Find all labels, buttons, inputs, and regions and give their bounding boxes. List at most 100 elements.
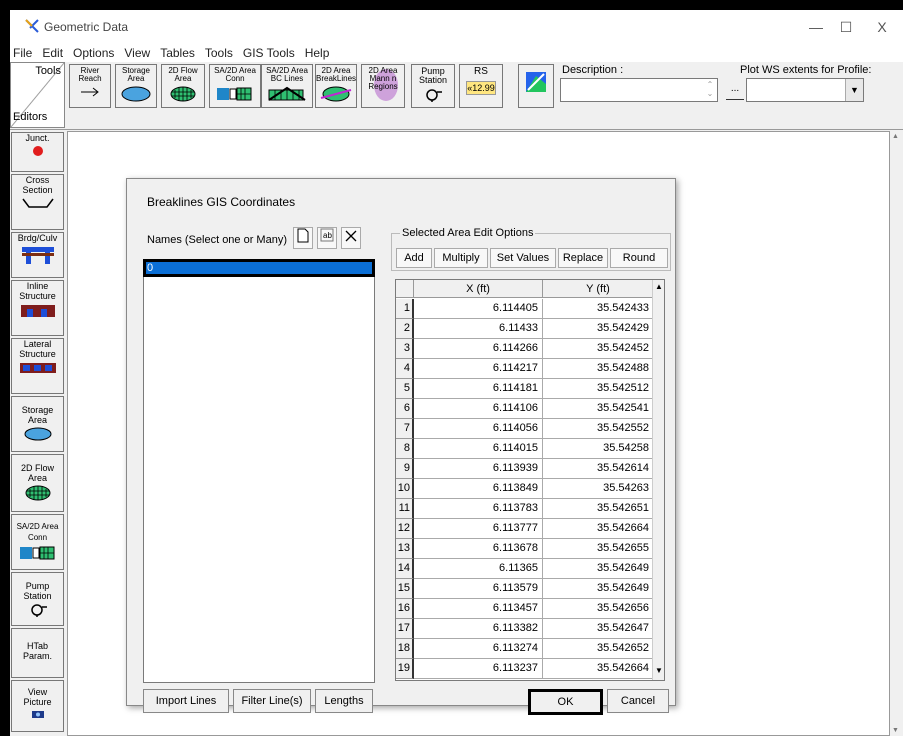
river-reach-button[interactable]: River Reach <box>69 64 111 108</box>
maximize-button[interactable]: ☐ <box>836 18 856 36</box>
rs-button[interactable]: RS «12.99 <box>459 64 503 108</box>
x-cell[interactable]: 6.11433 <box>414 319 543 339</box>
rename-line-button[interactable]: ab <box>317 227 337 249</box>
pump-station-button[interactable]: Pump Station <box>411 64 455 108</box>
names-list-item[interactable]: 0 <box>145 261 373 275</box>
storage-area-button[interactable]: Storage Area <box>115 64 157 108</box>
x-cell[interactable]: 6.113274 <box>414 639 543 659</box>
x-cell[interactable]: 6.114266 <box>414 339 543 359</box>
sidebar-junction-button[interactable]: Junct. <box>11 132 64 172</box>
filter-lines-button[interactable]: Filter Line(s) <box>233 689 311 713</box>
x-cell[interactable]: 6.113457 <box>414 599 543 619</box>
table-row[interactable]: 2 6.11433 35.542429 <box>396 319 654 339</box>
y-cell[interactable]: 35.54263 <box>543 479 654 499</box>
sidebar-view-picture-button[interactable]: View Picture <box>11 680 64 732</box>
table-row[interactable]: 13 6.113678 35.542655 <box>396 539 654 559</box>
description-input[interactable] <box>560 78 718 102</box>
sidebar-2d-flow-area-button[interactable]: 2D Flow Area <box>11 454 64 512</box>
y-cell[interactable]: 35.542651 <box>543 499 654 519</box>
scroll-down-icon[interactable]: ▼ <box>892 727 899 734</box>
map-layers-button[interactable] <box>518 64 554 108</box>
y-cell[interactable]: 35.542512 <box>543 379 654 399</box>
2d-area-mann-n-regions-button[interactable]: 2D Area Mann n Regions <box>361 64 405 108</box>
y-cell[interactable]: 35.542488 <box>543 359 654 379</box>
chevron-down-icon[interactable]: ▼ <box>845 79 863 101</box>
table-row[interactable]: 17 6.113382 35.542647 <box>396 619 654 639</box>
sidebar-bridge-culvert-button[interactable]: Brdg/Culv <box>11 232 64 278</box>
table-row[interactable]: 18 6.113274 35.542652 <box>396 639 654 659</box>
sidebar-storage-area-button[interactable]: Storage Area <box>11 396 64 452</box>
table-row[interactable]: 15 6.113579 35.542649 <box>396 579 654 599</box>
table-row[interactable]: 16 6.113457 35.542656 <box>396 599 654 619</box>
menu-tools[interactable]: Tools <box>205 46 233 60</box>
import-lines-button[interactable]: Import Lines <box>143 689 229 713</box>
sidebar-inline-structure-button[interactable]: Inline Structure <box>11 280 64 336</box>
y-cell[interactable]: 35.542664 <box>543 659 654 679</box>
y-cell[interactable]: 35.542647 <box>543 619 654 639</box>
x-cell[interactable]: 6.113382 <box>414 619 543 639</box>
x-cell[interactable]: 6.11365 <box>414 559 543 579</box>
menu-gis-tools[interactable]: GIS Tools <box>243 46 295 60</box>
x-cell[interactable]: 6.113849 <box>414 479 543 499</box>
minimize-button[interactable]: — <box>806 18 826 36</box>
x-cell[interactable]: 6.113777 <box>414 519 543 539</box>
sidebar-cross-section-button[interactable]: Cross Section <box>11 174 64 230</box>
names-list[interactable]: 0 <box>143 259 375 683</box>
y-cell[interactable]: 35.542433 <box>543 299 654 319</box>
y-cell[interactable]: 35.542649 <box>543 559 654 579</box>
x-cell[interactable]: 6.113939 <box>414 459 543 479</box>
table-row[interactable]: 12 6.113777 35.542664 <box>396 519 654 539</box>
scroll-up-icon[interactable]: ▲ <box>655 282 663 291</box>
table-row[interactable]: 4 6.114217 35.542488 <box>396 359 654 379</box>
table-row[interactable]: 1 6.114405 35.542433 <box>396 299 654 319</box>
2d-area-breaklines-button[interactable]: 2D Area BreakLines <box>315 64 357 108</box>
sa-2d-area-conn-button[interactable]: SA/2D Area Conn <box>209 64 261 108</box>
cancel-button[interactable]: Cancel <box>607 689 669 713</box>
x-cell[interactable]: 6.114106 <box>414 399 543 419</box>
x-cell[interactable]: 6.114217 <box>414 359 543 379</box>
menu-tables[interactable]: Tables <box>160 46 195 60</box>
add-button[interactable]: Add <box>396 248 432 268</box>
multiply-button[interactable]: Multiply <box>434 248 488 268</box>
y-cell[interactable]: 35.542652 <box>543 639 654 659</box>
y-cell[interactable]: 35.542552 <box>543 419 654 439</box>
sidebar-htab-param-button[interactable]: HTab Param. <box>11 628 64 678</box>
x-cell[interactable]: 6.114405 <box>414 299 543 319</box>
table-row[interactable]: 9 6.113939 35.542614 <box>396 459 654 479</box>
y-cell[interactable]: 35.542655 <box>543 539 654 559</box>
table-row[interactable]: 6 6.114106 35.542541 <box>396 399 654 419</box>
sa-2d-area-bc-lines-button[interactable]: SA/2D Area BC Lines <box>261 64 313 108</box>
y-cell[interactable]: 35.542541 <box>543 399 654 419</box>
menu-view[interactable]: View <box>124 46 150 60</box>
description-spinner-icon[interactable]: ⌃ ⌄ <box>704 80 716 100</box>
x-cell[interactable]: 6.113783 <box>414 499 543 519</box>
table-row[interactable]: 8 6.114015 35.54258 <box>396 439 654 459</box>
y-cell[interactable]: 35.542452 <box>543 339 654 359</box>
2d-flow-area-button[interactable]: 2D Flow Area <box>161 64 205 108</box>
lengths-button[interactable]: Lengths <box>315 689 373 713</box>
ok-button[interactable]: OK <box>528 689 603 715</box>
y-cell[interactable]: 35.542664 <box>543 519 654 539</box>
sidebar-pump-station-button[interactable]: Pump Station <box>11 572 64 626</box>
sidebar-lateral-structure-button[interactable]: Lateral Structure <box>11 338 64 394</box>
table-row[interactable]: 19 6.113237 35.542664 <box>396 659 654 679</box>
round-button[interactable]: Round <box>610 248 668 268</box>
canvas-vertical-scrollbar[interactable]: ▲ ▼ <box>890 131 903 736</box>
table-row[interactable]: 11 6.113783 35.542651 <box>396 499 654 519</box>
scroll-up-icon[interactable]: ▲ <box>892 133 899 140</box>
sidebar-sa-2d-conn-button[interactable]: SA/2D Area Conn <box>11 514 64 570</box>
x-cell[interactable]: 6.113237 <box>414 659 543 679</box>
grid-vertical-scrollbar[interactable]: ▲ ▼ <box>652 280 664 680</box>
menu-help[interactable]: Help <box>305 46 330 60</box>
coordinates-grid[interactable]: X (ft) Y (ft) 1 6.114405 35.542433 2 6.11433… <box>395 279 665 681</box>
table-row[interactable]: 7 6.114056 35.542552 <box>396 419 654 439</box>
table-row[interactable]: 10 6.113849 35.54263 <box>396 479 654 499</box>
delete-line-button[interactable] <box>341 227 361 249</box>
close-button[interactable]: X <box>872 18 892 36</box>
description-ellipsis-button[interactable]: ... <box>726 82 744 100</box>
menu-edit[interactable]: Edit <box>42 46 63 60</box>
x-cell[interactable]: 6.113579 <box>414 579 543 599</box>
table-row[interactable]: 14 6.11365 35.542649 <box>396 559 654 579</box>
y-cell[interactable]: 35.542429 <box>543 319 654 339</box>
replace-button[interactable]: Replace <box>558 248 608 268</box>
